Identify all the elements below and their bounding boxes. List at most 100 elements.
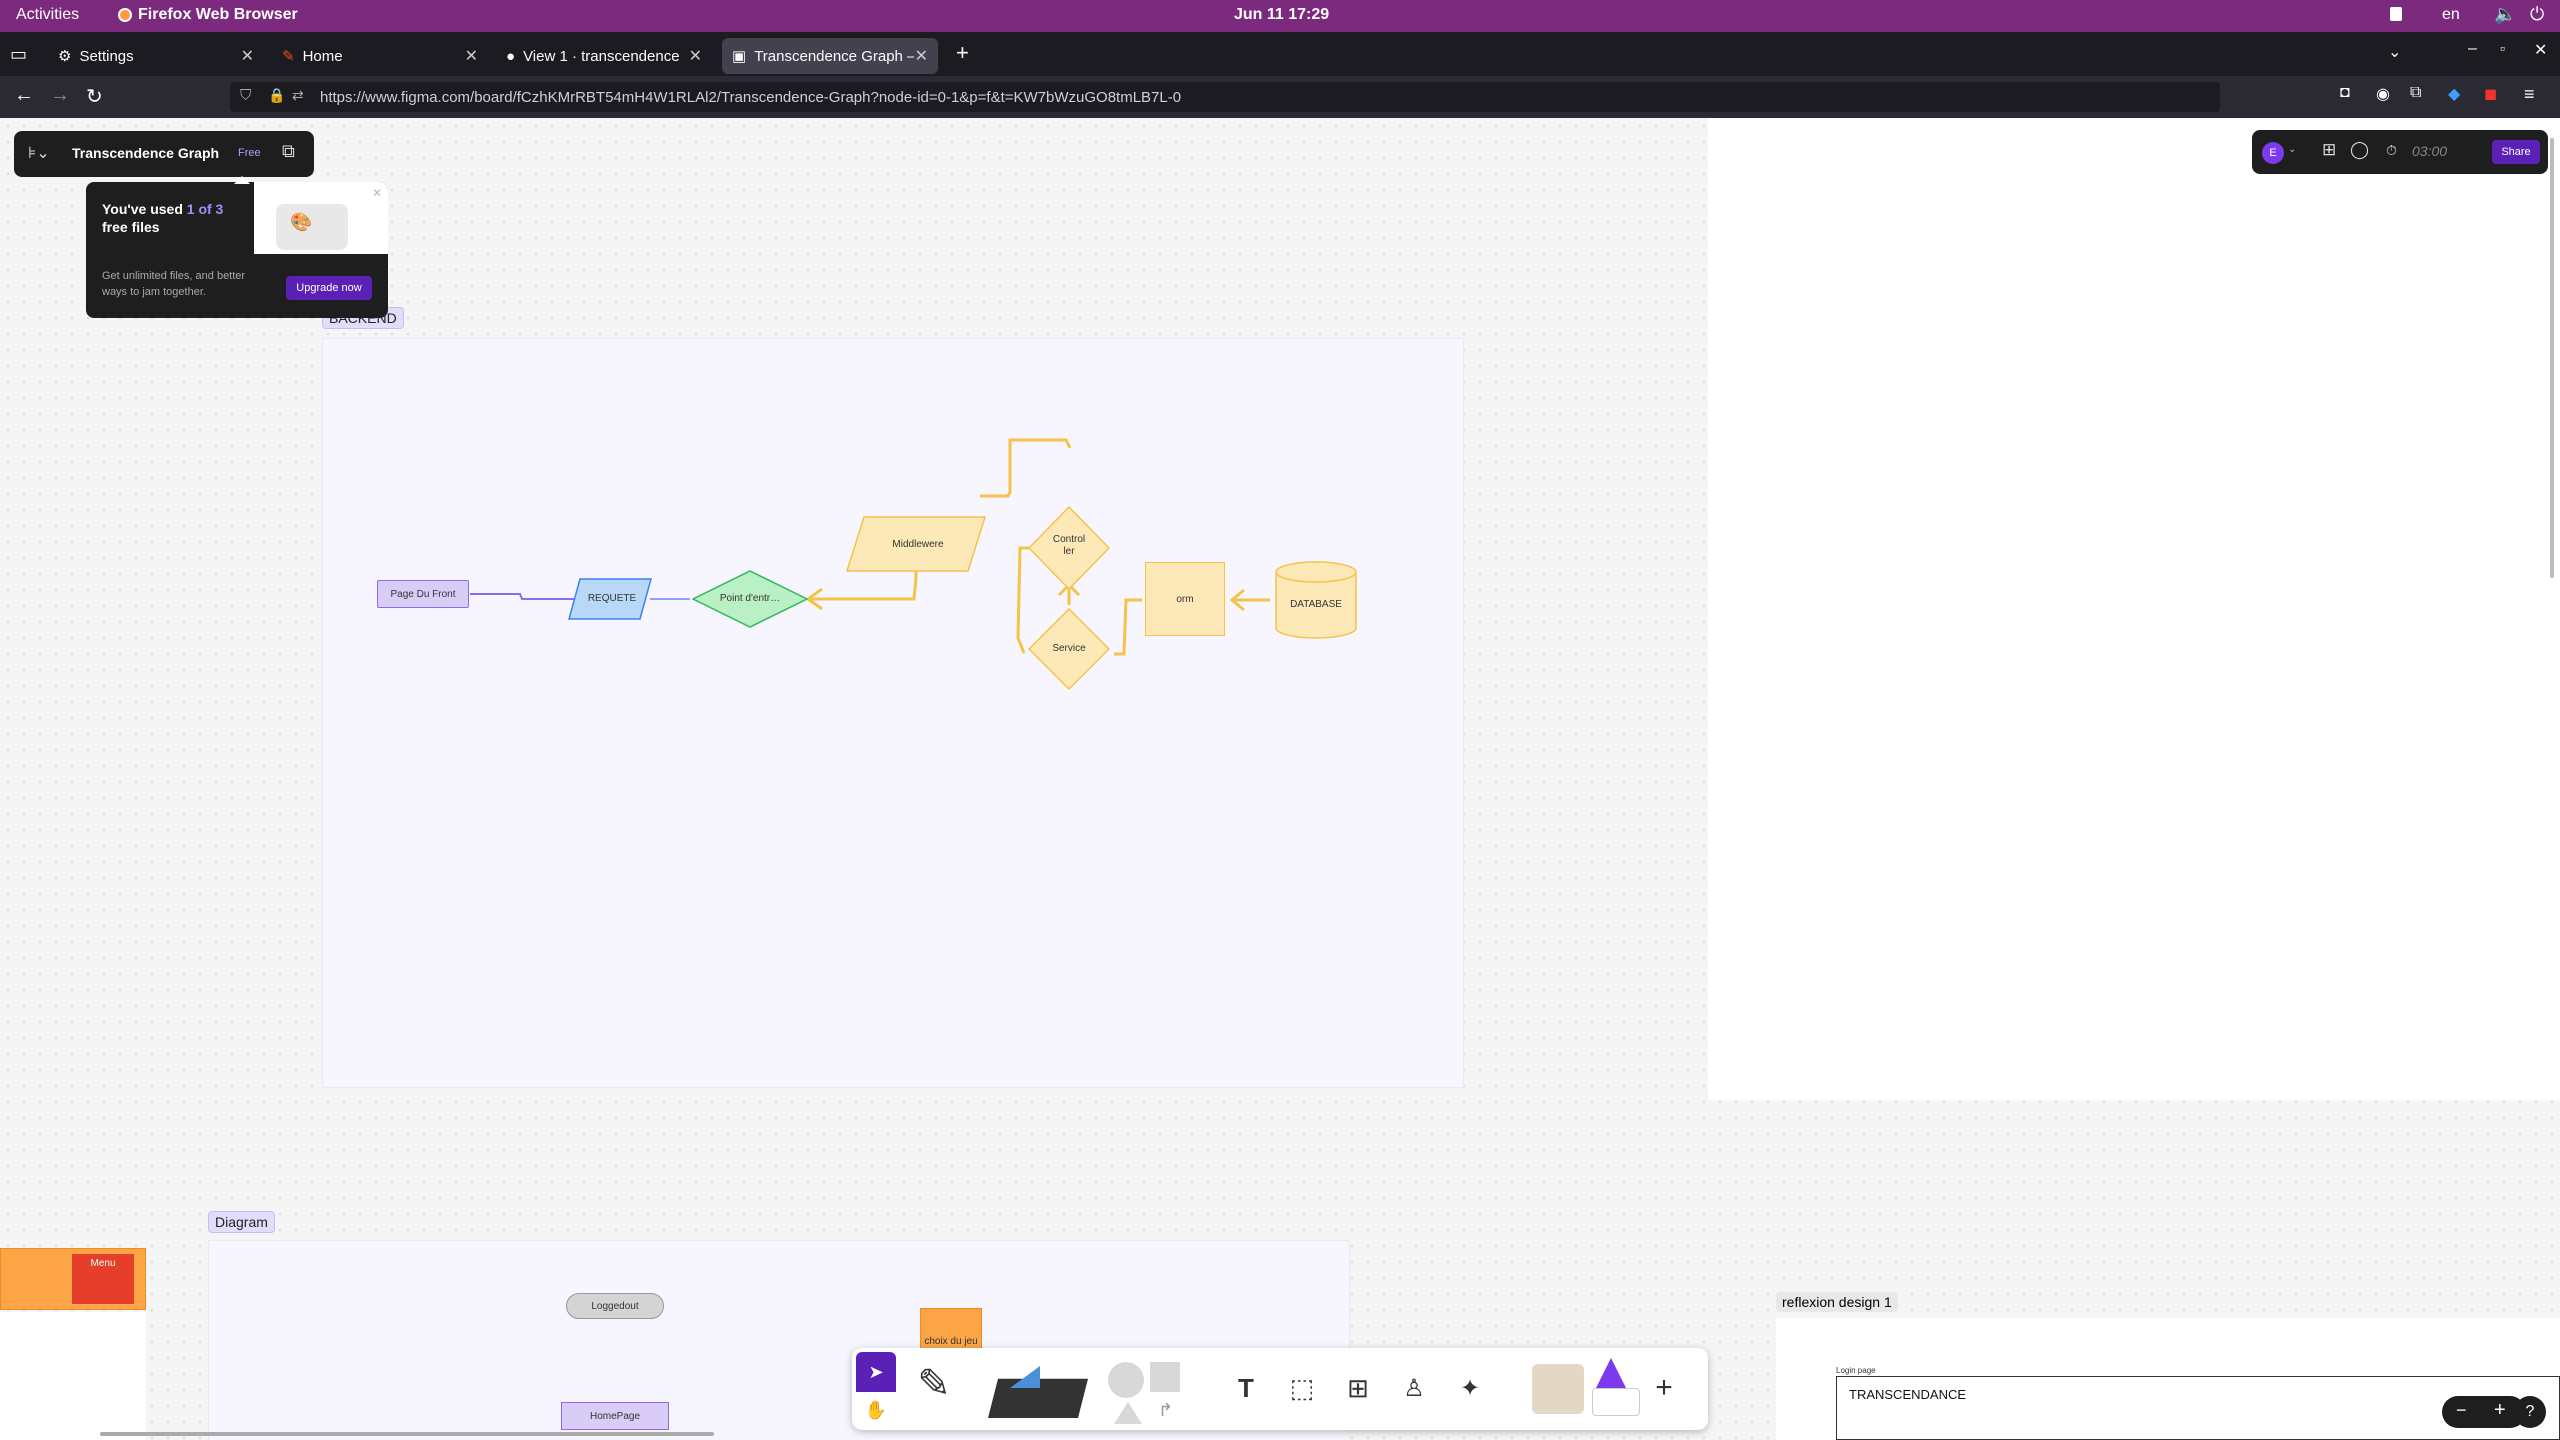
avatar[interactable]: E (2262, 142, 2284, 164)
page-du-front-node[interactable]: Page Du Front (377, 580, 469, 608)
file-header: ⊧⌄ Transcendence Graph Free ⧉ (14, 131, 314, 177)
tab-label: Home (302, 47, 343, 65)
upgrade-popup: 🎨 ✕ You've used 1 of 3 free files Get unl… (86, 182, 388, 318)
controller-label-line2: ler (1063, 545, 1075, 557)
addon-badge-icon[interactable]: ◼ (2484, 84, 2497, 104)
zoom-out-icon[interactable]: − (2456, 1400, 2467, 1421)
clock[interactable]: Jun 11 17:29 (1234, 6, 1329, 24)
zoom-in-icon[interactable]: + (2494, 1399, 2506, 1422)
section-tool-icon[interactable]: ⬚ (1282, 1368, 1322, 1408)
select-tool-cursor-icon[interactable]: ➤ (856, 1352, 896, 1392)
text-tool-icon[interactable]: T (1226, 1368, 1266, 1408)
marker-tool-icon[interactable]: ✎ (914, 1362, 954, 1406)
volume-icon[interactable]: 🔈 (2494, 4, 2516, 25)
ai-sparkle-icon[interactable]: ✦ (1450, 1368, 1490, 1408)
tab-overview-icon[interactable]: ▭ (10, 44, 27, 65)
app-menu[interactable]: Firefox Web Browser (118, 6, 298, 24)
hand-tool-icon[interactable]: ✋ (856, 1390, 896, 1430)
language-indicator[interactable]: en (2442, 6, 2460, 24)
file-title[interactable]: Transcendence Graph (72, 145, 219, 161)
popup-title: You've used 1 of 3 free files (102, 200, 242, 236)
purple-triangle (1596, 1358, 1626, 1388)
stamp-tool-icon[interactable]: ♙ (1394, 1368, 1434, 1408)
maximize-button[interactable]: ▫ (2500, 40, 2505, 56)
menu-node[interactable]: Menu (72, 1254, 134, 1304)
point-entree-label: Point d'entr… (719, 592, 781, 604)
layout-icon[interactable]: ⊞ (2322, 140, 2336, 160)
popup-illustration: 🎨 ✕ (254, 182, 388, 254)
popup-pointer (234, 176, 250, 184)
homepage-node[interactable]: HomePage (561, 1402, 669, 1430)
chevron-down-icon[interactable]: ⌄ (2288, 144, 2296, 155)
popup-title-pre: You've used (102, 201, 187, 217)
permissions-icon: ⇄ (292, 87, 304, 103)
url-text: https://www.figma.com/board/fCzhKMrRBT54… (320, 88, 1182, 106)
tab-github[interactable]: ● View 1 · transcendence ✕ (496, 38, 712, 74)
tab-list-chevron-icon[interactable]: ⌄ (2388, 42, 2401, 62)
top-right-toolbar: E ⌄ ⊞ ◯ ⏱ 03:00 Share (2252, 130, 2548, 174)
bottom-toolbar: ➤ ✋ ✎ ↱ T ⬚ ⊞ ♙ ✦ + (852, 1348, 1708, 1430)
orm-node[interactable]: orm (1145, 562, 1225, 636)
middleware-label: Middlewere (892, 538, 944, 550)
share-button[interactable]: Share (2492, 140, 2540, 164)
plan-badge[interactable]: Free (238, 147, 261, 159)
github-icon: ● (506, 47, 516, 65)
diagram-section-label[interactable]: Diagram (208, 1211, 275, 1233)
white-frame-left (0, 1312, 146, 1440)
tab-home[interactable]: ✎ Home ✕ (272, 38, 488, 74)
close-icon[interactable]: ✕ (689, 46, 702, 66)
addon-icon[interactable]: ◆ (2448, 84, 2460, 104)
login-page-label: Login page (1836, 1366, 1876, 1375)
minimize-button[interactable]: – (2468, 40, 2477, 58)
tab-settings[interactable]: ⚙ Settings ✕ (48, 38, 264, 74)
power-icon[interactable]: ⏻ (2530, 4, 2544, 25)
tab-transcendence-graph[interactable]: ▣ Transcendence Graph – F ✕ (722, 38, 938, 74)
popup-title-count: 1 of 3 (186, 201, 224, 217)
table-tool-icon[interactable]: ⊞ (1338, 1368, 1378, 1408)
reflexion-section-label[interactable]: reflexion design 1 (1776, 1292, 1898, 1312)
circle-shape-icon[interactable] (1108, 1362, 1144, 1398)
requete-label: REQUETE (587, 592, 637, 604)
templates-icon[interactable] (1532, 1364, 1584, 1414)
pages-panel-icon[interactable]: ⧉ (282, 141, 295, 162)
browser-tab-bar: ▭ ⚙ Settings ✕ ✎ Home ✕ ● View 1 · trans… (0, 32, 2560, 76)
popup-title-post: free files (102, 219, 160, 235)
forward-arrow-icon[interactable]: → (50, 84, 70, 107)
help-icon[interactable]: ? (2514, 1396, 2546, 1428)
extensions-puzzle-icon[interactable]: ⧉ (2410, 84, 2421, 102)
close-window-button[interactable]: ✕ (2534, 40, 2547, 60)
system-top-bar: Activities Firefox Web Browser Jun 11 17… (0, 0, 2560, 32)
comment-icon[interactable]: ◯ (2350, 140, 2369, 160)
triangle-shape-icon[interactable] (1114, 1402, 1142, 1424)
square-shape-icon[interactable] (1150, 1362, 1180, 1392)
activities-button[interactable]: Activities (16, 6, 79, 24)
gear-icon: ⚙ (58, 48, 72, 65)
url-bar[interactable]: ⛉ 🔒 ⇄ https://www.figma.com/board/fCzhKM… (230, 82, 2220, 112)
close-icon[interactable]: ✕ (372, 186, 382, 200)
widget-card (1592, 1388, 1640, 1416)
new-tab-button[interactable]: + (956, 40, 969, 66)
widgets-icon[interactable] (1588, 1358, 1642, 1418)
pocket-icon[interactable]: ◘ (2340, 84, 2350, 102)
figjam-canvas[interactable]: BACKEND Page Du Front REQUETE Point d'en… (0, 118, 2560, 1440)
transcendance-title: TRANSCENDANCE (1849, 1387, 1967, 1402)
shield-icon: ⛉ (240, 87, 252, 104)
firefox-icon (118, 8, 132, 22)
upgrade-now-button[interactable]: Upgrade now (286, 276, 372, 300)
extension-icon[interactable]: ◉ (2376, 84, 2390, 104)
timer-icon[interactable]: ⏱ (2386, 142, 2397, 159)
loggedout-node[interactable]: Loggedout (566, 1293, 664, 1319)
menu-hamburger-icon[interactable]: ≡ (2524, 84, 2535, 105)
more-plus-icon[interactable]: + (1644, 1368, 1684, 1408)
close-icon[interactable]: ✕ (241, 46, 254, 66)
close-icon[interactable]: ✕ (465, 46, 478, 66)
close-icon[interactable]: ✕ (915, 46, 928, 66)
timer-display[interactable]: 03:00 (2412, 143, 2447, 159)
popup-body: Get unlimited files, and better ways to … (102, 270, 246, 298)
reload-icon[interactable]: ↻ (86, 84, 103, 109)
horizontal-scrollbar[interactable] (100, 1432, 714, 1436)
connector-arrow-icon[interactable]: ↱ (1158, 1400, 1173, 1421)
figjam-menu-icon[interactable]: ⊧⌄ (28, 143, 50, 163)
tab-label: View 1 · transcendence (523, 47, 680, 65)
back-arrow-icon[interactable]: ← (14, 84, 34, 107)
